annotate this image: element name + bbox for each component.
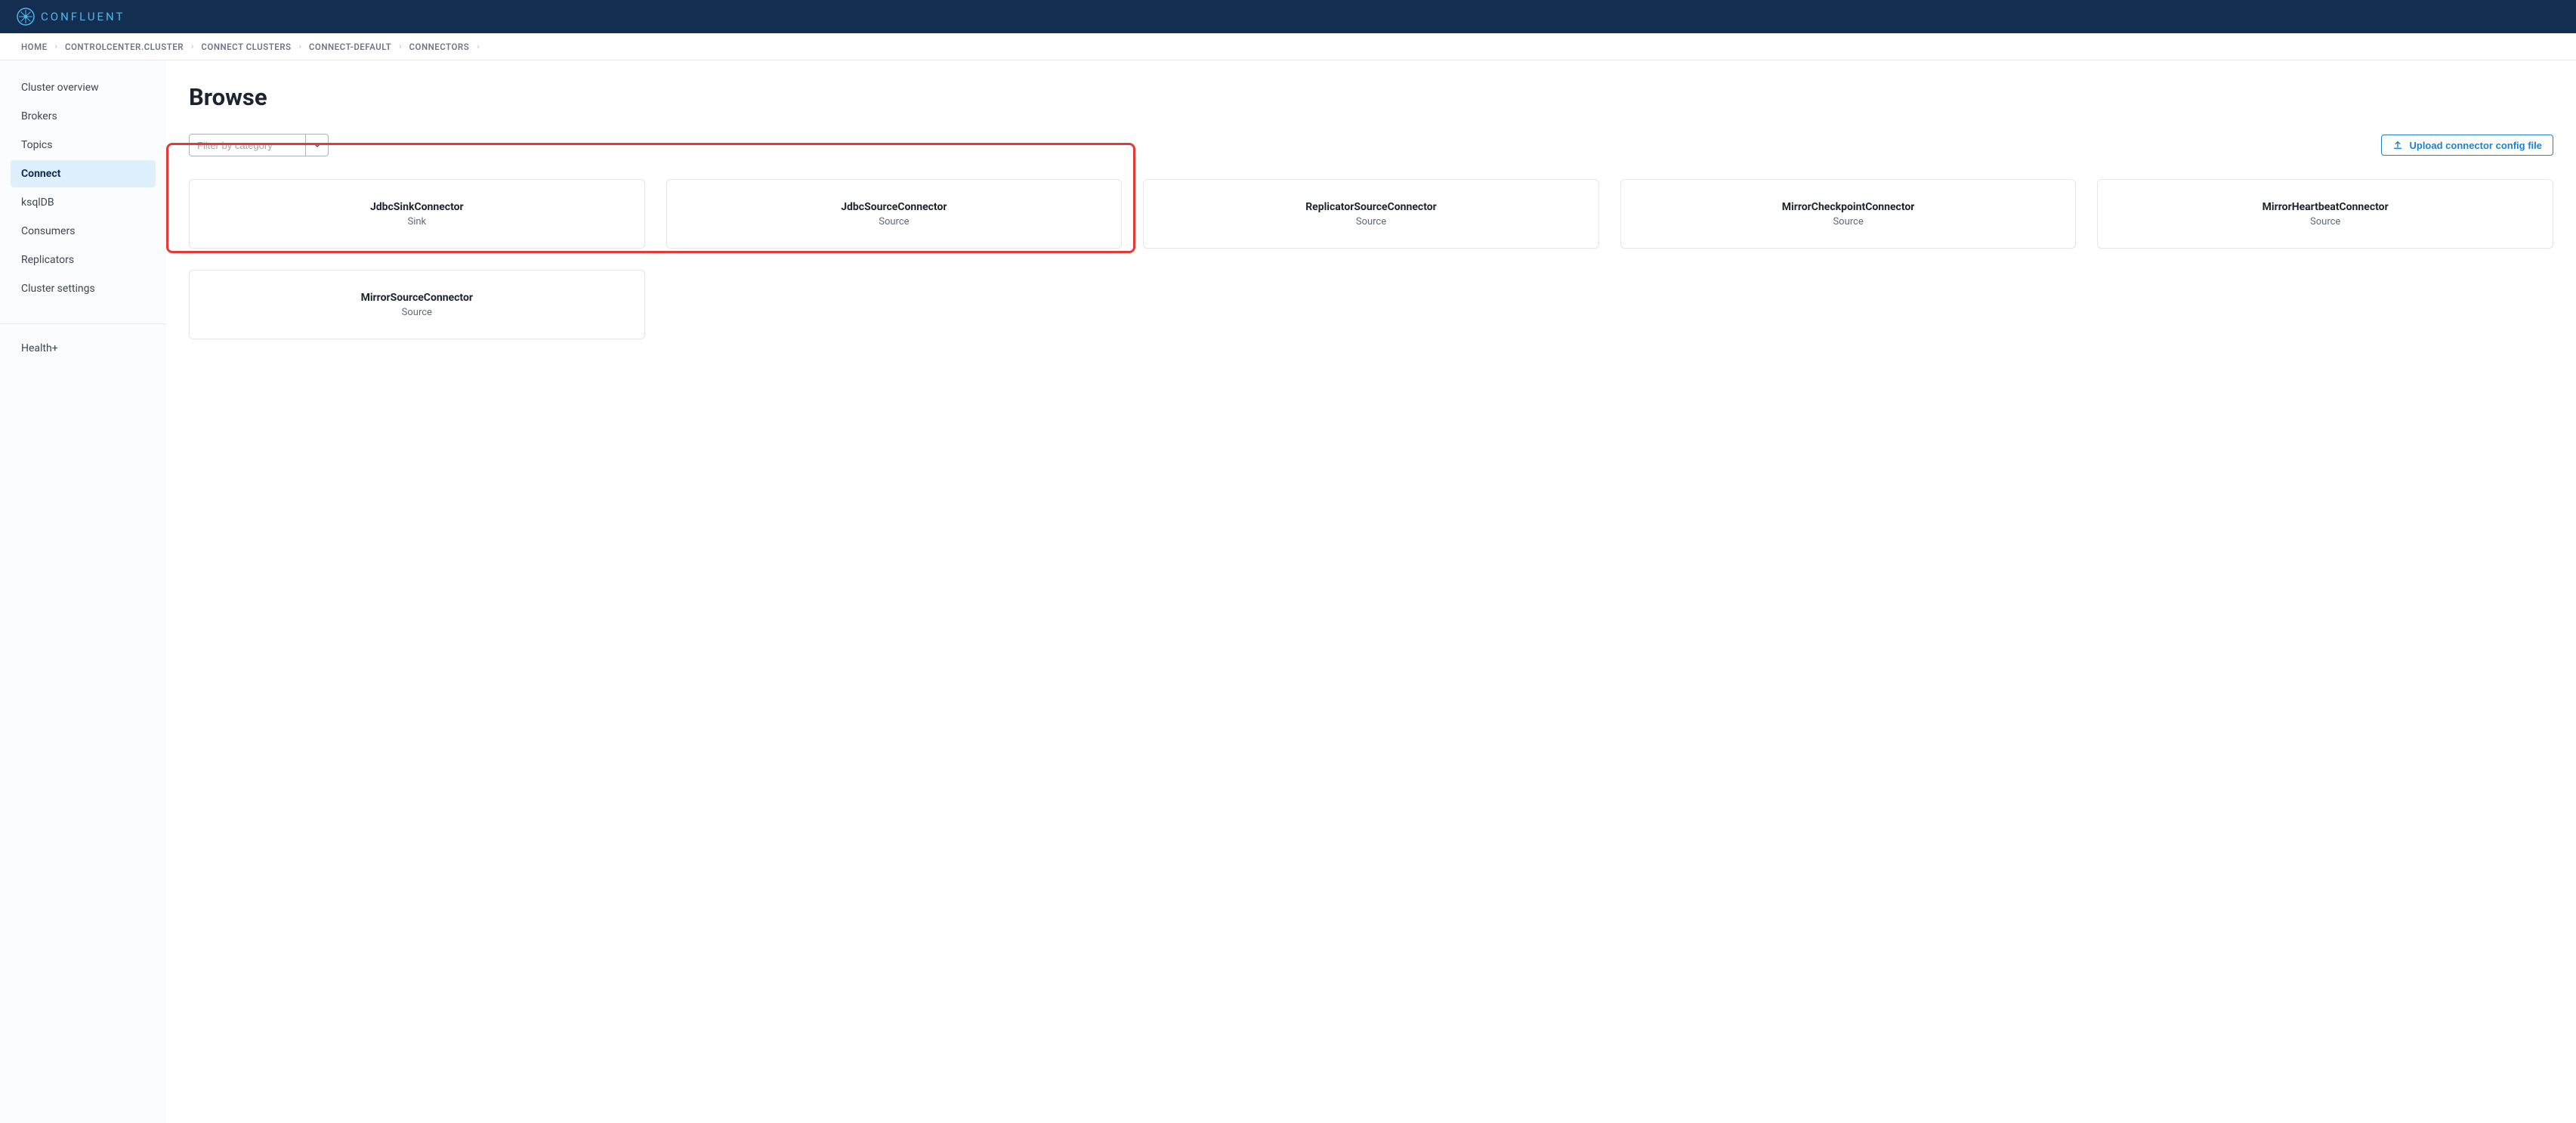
connectors-grid: JdbcSinkConnector Sink JdbcSourceConnect…	[189, 179, 2553, 339]
chevron-right-icon: ›	[191, 42, 193, 51]
connector-type: Source	[879, 216, 909, 227]
sidebar-item-connect[interactable]: Connect	[11, 160, 156, 187]
connector-type: Source	[1833, 216, 1863, 227]
connector-name: MirrorSourceConnector	[361, 292, 473, 304]
breadcrumb-connect-default[interactable]: CONNECT-DEFAULT	[309, 42, 391, 52]
confluent-icon	[17, 8, 35, 26]
connector-card[interactable]: MirrorSourceConnector Source	[189, 270, 645, 339]
breadcrumb: HOME › CONTROLCENTER.CLUSTER › CONNECT C…	[0, 33, 2576, 60]
breadcrumb-cluster[interactable]: CONTROLCENTER.CLUSTER	[65, 42, 184, 52]
main-content: Browse Upload connector config file Jdbc…	[166, 60, 2576, 1123]
upload-button-label: Upload connector config file	[2409, 140, 2542, 151]
sidebar-item-health[interactable]: Health+	[11, 335, 156, 362]
top-bar: CONFLUENT	[0, 0, 2576, 33]
connector-card[interactable]: JdbcSinkConnector Sink	[189, 179, 645, 249]
breadcrumb-connect-clusters[interactable]: CONNECT CLUSTERS	[201, 42, 291, 52]
connector-name: MirrorCheckpointConnector	[1782, 201, 1915, 213]
brand-logo[interactable]: CONFLUENT	[17, 8, 125, 26]
connector-card[interactable]: MirrorCheckpointConnector Source	[1620, 179, 2077, 249]
upload-connector-config-button[interactable]: Upload connector config file	[2381, 135, 2553, 156]
chevron-right-icon: ›	[55, 42, 57, 51]
connector-type: Sink	[407, 216, 426, 227]
upload-icon	[2392, 140, 2403, 150]
sidebar-item-consumers[interactable]: Consumers	[11, 218, 156, 245]
connector-type: Source	[2310, 216, 2340, 227]
filter-input[interactable]	[189, 134, 306, 156]
breadcrumb-connectors[interactable]: CONNECTORS	[409, 42, 470, 52]
connector-card[interactable]: ReplicatorSourceConnector Source	[1143, 179, 1599, 249]
chevron-down-icon	[314, 141, 321, 149]
brand-name: CONFLUENT	[41, 10, 125, 23]
sidebar-item-brokers[interactable]: Brokers	[11, 103, 156, 130]
connector-name: ReplicatorSourceConnector	[1305, 201, 1437, 213]
breadcrumb-home[interactable]: HOME	[21, 42, 48, 52]
sidebar-item-replicators[interactable]: Replicators	[11, 246, 156, 274]
connector-name: MirrorHeartbeatConnector	[2262, 201, 2389, 213]
sidebar-item-cluster-settings[interactable]: Cluster settings	[11, 275, 156, 302]
connector-name: JdbcSourceConnector	[841, 201, 947, 213]
connector-card[interactable]: MirrorHeartbeatConnector Source	[2097, 179, 2553, 249]
page-title: Browse	[189, 83, 2553, 111]
filter-dropdown-toggle[interactable]	[306, 134, 329, 156]
chevron-right-icon: ›	[299, 42, 301, 51]
connector-type: Source	[1356, 216, 1386, 227]
sidebar-item-ksqldb[interactable]: ksqlDB	[11, 189, 156, 216]
connector-type: Source	[402, 307, 432, 318]
sidebar-item-cluster-overview[interactable]: Cluster overview	[11, 74, 156, 101]
connector-name: JdbcSinkConnector	[370, 201, 464, 213]
sidebar: Cluster overview Brokers Topics Connect …	[0, 60, 166, 1123]
chevron-right-icon: ›	[399, 42, 401, 51]
sidebar-item-topics[interactable]: Topics	[11, 131, 156, 159]
chevron-right-icon: ›	[477, 42, 479, 51]
connector-card[interactable]: JdbcSourceConnector Source	[666, 179, 1123, 249]
filter-by-category[interactable]	[189, 134, 329, 156]
